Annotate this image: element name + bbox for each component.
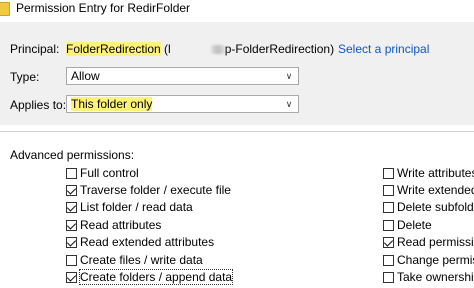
- checkbox[interactable]: [383, 168, 394, 179]
- checkbox[interactable]: [383, 237, 394, 248]
- folder-icon: [0, 2, 10, 16]
- checkbox[interactable]: [383, 255, 394, 266]
- perm-label: Write extended at: [397, 183, 474, 197]
- applies-to-dropdown[interactable]: This folder only ∨: [66, 95, 299, 113]
- checkbox[interactable]: [66, 255, 77, 266]
- redacted-text: [210, 45, 225, 55]
- perm-label: Take ownership: [397, 270, 474, 284]
- checkbox[interactable]: [66, 237, 77, 248]
- principal-label: Principal:: [10, 42, 60, 56]
- perm-label: Delete subfolders: [397, 200, 474, 214]
- checkbox[interactable]: [66, 185, 77, 196]
- checkbox[interactable]: [66, 202, 77, 213]
- perm-label: Create files / write data: [80, 253, 203, 267]
- type-label: Type:: [10, 70, 40, 84]
- chevron-down-icon: ∨: [285, 71, 293, 81]
- type-dropdown[interactable]: Allow ∨: [66, 67, 299, 85]
- perm-label: Read extended attributes: [80, 235, 215, 249]
- checkbox[interactable]: [383, 202, 394, 213]
- select-principal-link[interactable]: Select a principal: [338, 42, 429, 56]
- checkbox[interactable]: [66, 220, 77, 231]
- checkbox[interactable]: [66, 168, 77, 179]
- checkbox[interactable]: [383, 185, 394, 196]
- applies-to-value: This folder only: [71, 97, 153, 111]
- perm-label: Create folders / append data: [78, 269, 234, 285]
- checkbox[interactable]: [66, 272, 77, 283]
- applies-to-label: Applies to:: [10, 98, 67, 112]
- perm-label: Traverse folder / execute file: [80, 183, 231, 197]
- chevron-down-icon: ∨: [285, 99, 293, 109]
- principal-name-rest: (l: [160, 42, 171, 56]
- principal-name: FolderRedirection (l p-FolderRedirection): [66, 42, 334, 56]
- type-value: Allow: [71, 69, 100, 83]
- checkbox[interactable]: [383, 272, 394, 283]
- advanced-permissions-label: Advanced permissions:: [10, 148, 135, 162]
- window-title: Permission Entry for RedirFolder: [16, 1, 191, 15]
- perm-label: Full control: [80, 166, 139, 180]
- perm-label: List folder / read data: [80, 200, 193, 214]
- perm-label: Read permissions: [397, 235, 474, 249]
- perm-label: Read attributes: [80, 218, 162, 232]
- perm-label: Change permissio: [397, 253, 474, 267]
- title-bar: Permission Entry for RedirFolder: [0, 0, 474, 22]
- perm-label: Delete: [397, 218, 432, 232]
- principal-name-highlighted: FolderRedirection: [66, 42, 161, 56]
- checkbox[interactable]: [383, 220, 394, 231]
- perm-label: Write attributes: [397, 166, 474, 180]
- principal-name-second: p-FolderRedirection): [224, 42, 335, 56]
